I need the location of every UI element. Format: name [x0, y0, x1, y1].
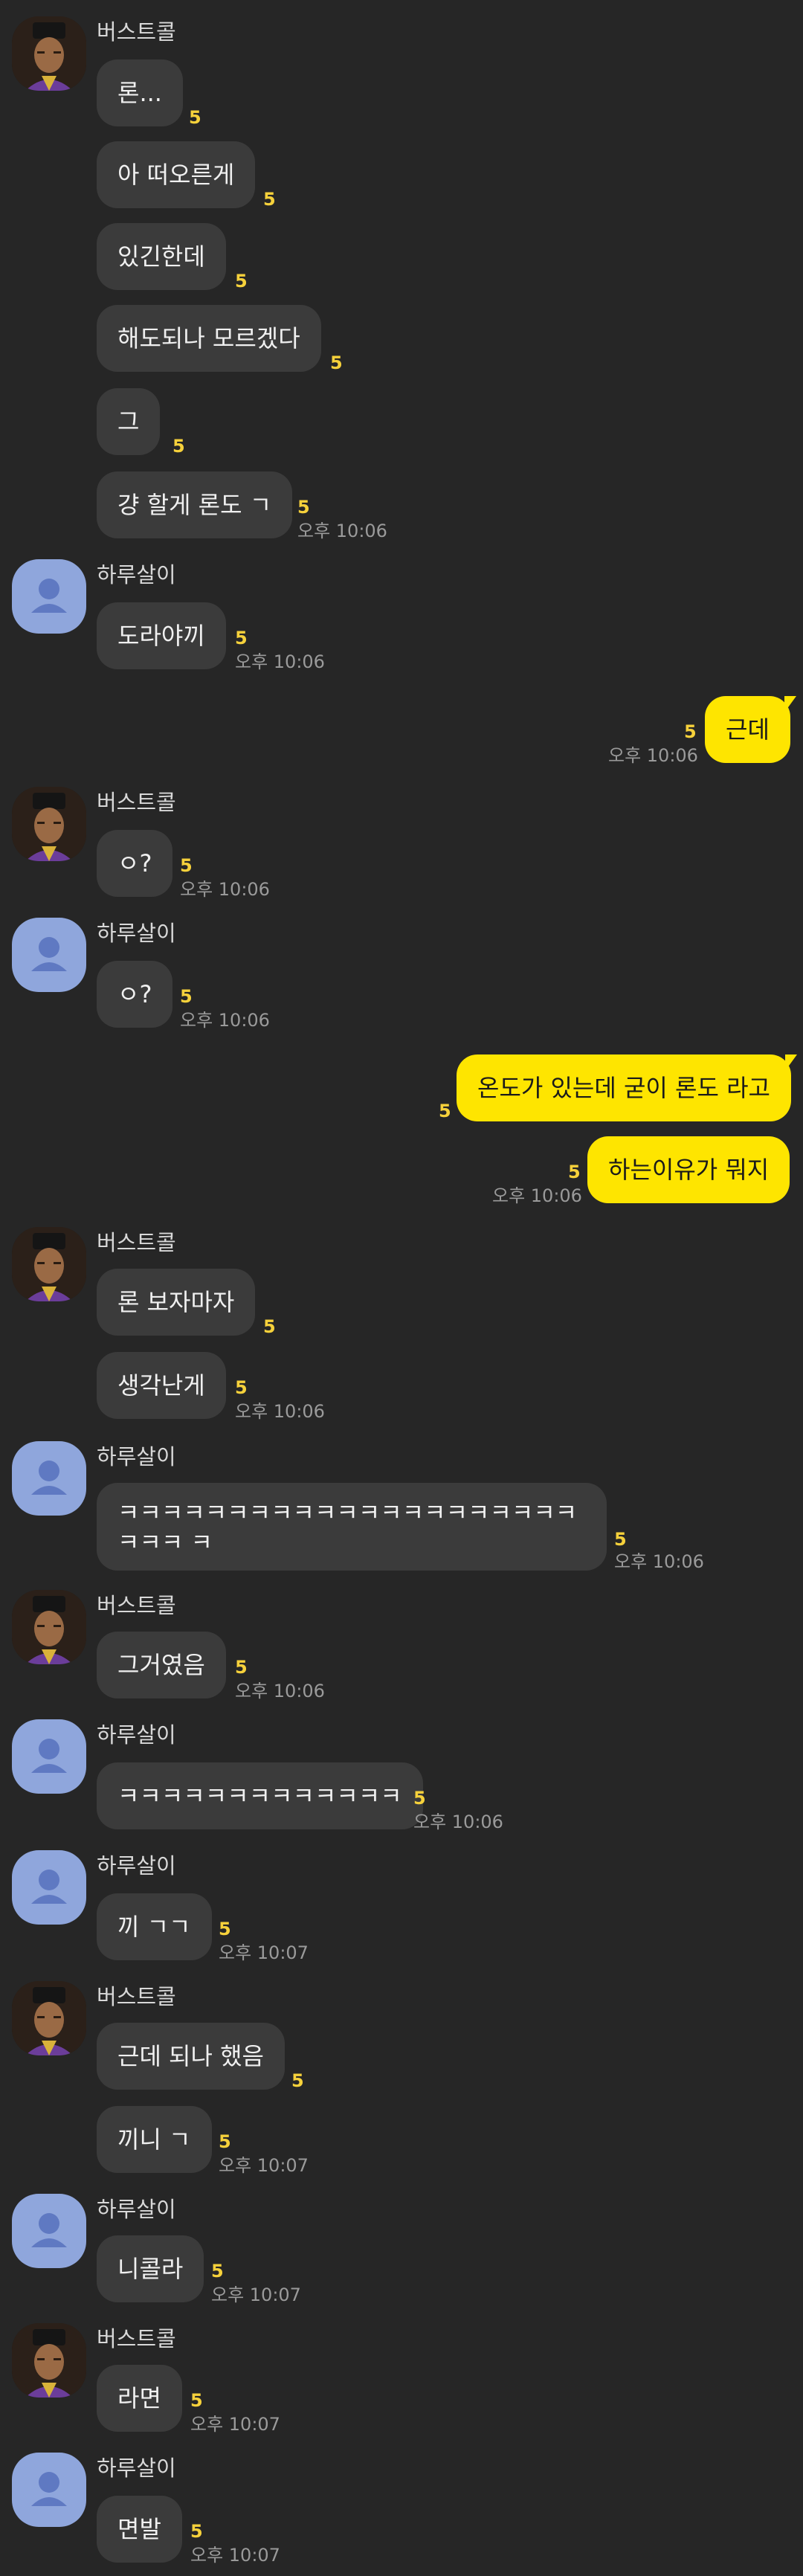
profile-avatar-burst[interactable] — [12, 16, 86, 91]
message-time: 오후 10:06 — [235, 651, 325, 672]
my-message-bubble[interactable]: 온도가 있는데 굳이 론도 라고 — [457, 1054, 797, 1121]
sender-name: 하루살이 — [97, 562, 176, 587]
chat-area[interactable]: 버스트콜 론... 5 아 떠오른게 5 있긴한데 5 해도되나 모르겠다 5 … — [0, 0, 803, 2576]
my-message-bubble[interactable]: 근데 — [705, 696, 796, 763]
unread-count: 5 — [330, 352, 343, 373]
unread-count: 5 — [235, 1657, 248, 1678]
message-bubble[interactable]: 있긴한데 — [97, 223, 226, 290]
message-time: 오후 10:06 — [180, 1010, 270, 1031]
sender-name: 하루살이 — [97, 921, 176, 946]
unread-count: 5 — [172, 436, 185, 457]
default-person-icon — [31, 1739, 67, 1773]
default-person-icon — [31, 937, 67, 971]
profile-avatar-haru[interactable] — [12, 559, 86, 634]
sender-name: 버스트콜 — [97, 1984, 176, 2009]
sender-name: 버스트콜 — [97, 790, 176, 815]
message-bubble[interactable]: 해도되나 모르겠다 — [97, 305, 321, 372]
message-bubble[interactable]: ㅋㅋㅋㅋㅋㅋㅋㅋㅋㅋㅋㅋㅋ — [97, 1762, 423, 1829]
unread-count: 5 — [263, 189, 276, 210]
message-time: 오후 10:06 — [180, 879, 270, 900]
profile-avatar-haru[interactable] — [12, 1441, 86, 1516]
sender-name: 버스트콜 — [97, 1593, 176, 1618]
unread-count: 5 — [190, 2390, 203, 2411]
unread-count: 5 — [568, 1162, 581, 1182]
unread-count: 5 — [291, 2070, 304, 2091]
unread-count: 5 — [219, 1919, 231, 1939]
message-time: 오후 10:06 — [608, 745, 698, 766]
message-bubble[interactable]: 아 떠오른게 — [97, 141, 256, 208]
unread-count: 5 — [180, 986, 193, 1007]
unread-count: 5 — [263, 1316, 276, 1337]
sender-name: 버스트콜 — [97, 2326, 176, 2351]
message-bubble[interactable]: 걍 할게 론도 ㄱ — [97, 471, 293, 538]
message-bubble[interactable]: 그거였음 — [97, 1632, 226, 1698]
message-time: 오후 10:07 — [190, 2545, 280, 2566]
message-bubble[interactable]: 니콜라 — [97, 2235, 204, 2302]
sender-name: 하루살이 — [97, 1722, 176, 1748]
message-bubble[interactable]: 도라야끼 — [97, 602, 226, 669]
unread-count: 5 — [684, 721, 697, 742]
message-time: 오후 10:07 — [219, 2155, 309, 2176]
sender-name: 버스트콜 — [97, 19, 176, 45]
profile-avatar-burst[interactable] — [12, 1981, 86, 2055]
message-bubble[interactable]: 끼 ㄱㄱ — [97, 1893, 212, 1960]
profile-avatar-haru[interactable] — [12, 2453, 86, 2527]
my-message-bubble[interactable]: 하는이유가 뭐지 — [587, 1136, 790, 1203]
default-person-icon — [31, 579, 67, 613]
message-time: 오후 10:06 — [413, 1812, 503, 1832]
profile-avatar-haru[interactable] — [12, 1850, 86, 1925]
default-person-icon — [31, 2213, 67, 2247]
message-bubble[interactable]: 끼니 ㄱ — [97, 2106, 212, 2173]
message-time: 오후 10:07 — [219, 1942, 309, 1963]
unread-count: 5 — [219, 2131, 231, 2152]
profile-avatar-burst[interactable] — [12, 1227, 86, 1301]
message-bubble[interactable]: 근데 되나 했음 — [97, 2023, 285, 2090]
unread-count: 5 — [439, 1101, 451, 1121]
profile-avatar-burst[interactable] — [12, 2323, 86, 2398]
message-time: 오후 10:06 — [297, 521, 387, 541]
unread-count: 5 — [235, 271, 248, 292]
message-time: 오후 10:06 — [235, 1681, 325, 1701]
message-bubble[interactable]: ㅇ? — [97, 830, 173, 897]
message-time: 오후 10:07 — [190, 2414, 280, 2435]
default-person-icon — [31, 1461, 67, 1495]
sender-name: 하루살이 — [97, 1853, 176, 1878]
default-person-icon — [31, 1870, 67, 1904]
message-time: 오후 10:06 — [492, 1185, 582, 1206]
message-bubble[interactable]: 론... — [97, 59, 183, 126]
profile-avatar-haru[interactable] — [12, 2194, 86, 2268]
profile-avatar-haru[interactable] — [12, 1719, 86, 1794]
message-bubble[interactable]: 면발 — [97, 2496, 182, 2563]
profile-avatar-burst[interactable] — [12, 1590, 86, 1664]
unread-count: 5 — [180, 855, 193, 876]
message-bubble[interactable]: 그 — [97, 388, 161, 455]
sender-name: 하루살이 — [97, 2197, 176, 2222]
message-bubble[interactable]: 론 보자마자 — [97, 1269, 256, 1336]
unread-count: 5 — [413, 1788, 426, 1809]
message-bubble[interactable]: 라면 — [97, 2365, 182, 2432]
message-time: 오후 10:06 — [235, 1401, 325, 1422]
default-person-icon — [31, 2472, 67, 2506]
unread-count: 5 — [235, 1377, 248, 1398]
message-bubble[interactable]: ㅇ? — [97, 961, 173, 1028]
message-bubble[interactable]: ㅋㅋㅋㅋㅋㅋㅋㅋㅋㅋㅋㅋㅋㅋㅋㅋㅋㅋㅋㅋㅋㅋㅋㅋ ㅋ — [97, 1483, 607, 1571]
unread-count: 5 — [189, 107, 201, 128]
unread-count: 5 — [211, 2261, 224, 2282]
profile-avatar-haru[interactable] — [12, 918, 86, 992]
message-bubble[interactable]: 생각난게 — [97, 1352, 226, 1419]
unread-count: 5 — [297, 497, 310, 518]
unread-count: 5 — [235, 628, 248, 648]
sender-name: 하루살이 — [97, 1444, 176, 1469]
unread-count: 5 — [190, 2521, 203, 2542]
unread-count: 5 — [614, 1529, 627, 1550]
profile-avatar-burst[interactable] — [12, 787, 86, 861]
message-time: 오후 10:06 — [614, 1551, 704, 1572]
message-time: 오후 10:07 — [211, 2284, 301, 2305]
sender-name: 버스트콜 — [97, 1230, 176, 1255]
sender-name: 하루살이 — [97, 2456, 176, 2481]
